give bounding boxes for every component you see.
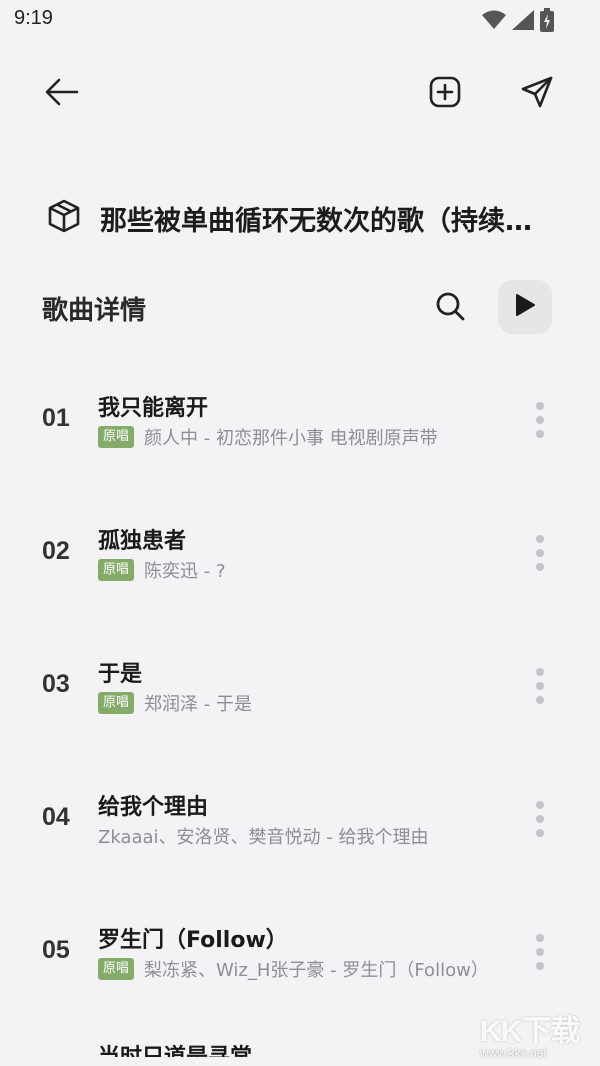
more-button[interactable] [524,928,556,976]
search-button[interactable] [426,284,474,332]
battery-icon [540,8,554,36]
song-row[interactable]: 03 于是 原唱 郑润泽 - 于是 [0,618,600,751]
play-all-button[interactable] [498,280,552,334]
top-bar [0,60,600,130]
more-button[interactable] [524,662,556,710]
more-button[interactable] [524,396,556,444]
status-icons [482,8,554,36]
song-meta: 原唱 郑润泽 - 于是 [98,690,252,716]
more-vertical-icon [536,668,544,704]
more-vertical-icon [536,801,544,837]
paper-plane-icon [520,75,554,113]
song-row[interactable]: 01 我只能离开 原唱 颜人中 - 初恋那件小事 电视剧原声带 [0,352,600,485]
search-icon [435,291,465,325]
song-index: 02 [42,537,70,565]
song-title: 当时只道是寻常 [98,1039,252,1057]
more-vertical-icon [536,934,544,970]
play-icon [514,293,536,321]
arrow-left-icon [45,78,79,110]
song-meta: Zkaaai、安洛贤、樊音悦动 - 给我个理由 [98,823,428,849]
original-badge: 原唱 [98,692,135,714]
playlist-header: 那些被单曲循环无数次的歌（持续更新） [46,196,566,240]
more-button[interactable] [524,795,556,843]
signal-icon [512,10,534,34]
section-title: 歌曲详情 [42,296,147,326]
watermark: KK下载 www.kkx.net [480,1006,590,1062]
cube-icon [46,198,82,238]
status-time: 9:19 [14,7,53,29]
song-meta: 原唱 颜人中 - 初恋那件小事 电视剧原声带 [98,424,438,450]
playlist-title: 那些被单曲循环无数次的歌（持续更新） [100,205,550,237]
wifi-icon [482,10,506,34]
song-title: 我只能离开 [98,396,209,421]
original-badge: 原唱 [98,559,135,581]
song-title: 于是 [98,662,143,687]
status-bar: 9:19 [0,0,600,40]
song-details-header: 歌曲详情 [42,280,552,336]
song-artist: Zkaaai、安洛贤、樊音悦动 - 给我个理由 [98,827,429,848]
original-badge: 原唱 [98,426,135,448]
song-title: 给我个理由 [98,795,209,820]
watermark-logo: KK下载 [480,1015,580,1048]
song-artist: 陈奕迅 - ? [144,561,226,582]
more-vertical-icon [536,402,544,438]
back-button[interactable] [38,70,86,118]
share-button[interactable] [513,70,561,118]
song-artist: 颜人中 - 初恋那件小事 电视剧原声带 [144,428,438,449]
song-meta: 原唱 梨冻紧、Wiz_H张子豪 - 罗生门（Follow） [98,956,489,982]
song-artist: 郑润泽 - 于是 [144,694,252,715]
song-title: 孤独患者 [98,529,187,554]
song-artist: 梨冻紧、Wiz_H张子豪 - 罗生门（Follow） [144,960,489,981]
song-title: 罗生门（Follow） [98,928,288,953]
add-to-playlist-button[interactable] [421,70,469,118]
song-index: 05 [42,936,70,964]
original-badge: 原唱 [98,958,135,980]
song-list: 01 我只能离开 原唱 颜人中 - 初恋那件小事 电视剧原声带 02 孤独患者 … [0,352,600,1057]
more-button[interactable] [524,529,556,577]
song-row[interactable]: 05 罗生门（Follow） 原唱 梨冻紧、Wiz_H张子豪 - 罗生门（Fol… [0,884,600,1017]
add-square-icon [428,75,462,113]
song-row[interactable]: 04 给我个理由 Zkaaai、安洛贤、樊音悦动 - 给我个理由 [0,751,600,884]
song-index: 01 [42,404,70,432]
song-index: 04 [42,803,70,831]
song-meta: 原唱 陈奕迅 - ? [98,557,226,583]
song-row[interactable]: 02 孤独患者 原唱 陈奕迅 - ? [0,485,600,618]
song-index: 03 [42,670,70,698]
more-vertical-icon [536,535,544,571]
